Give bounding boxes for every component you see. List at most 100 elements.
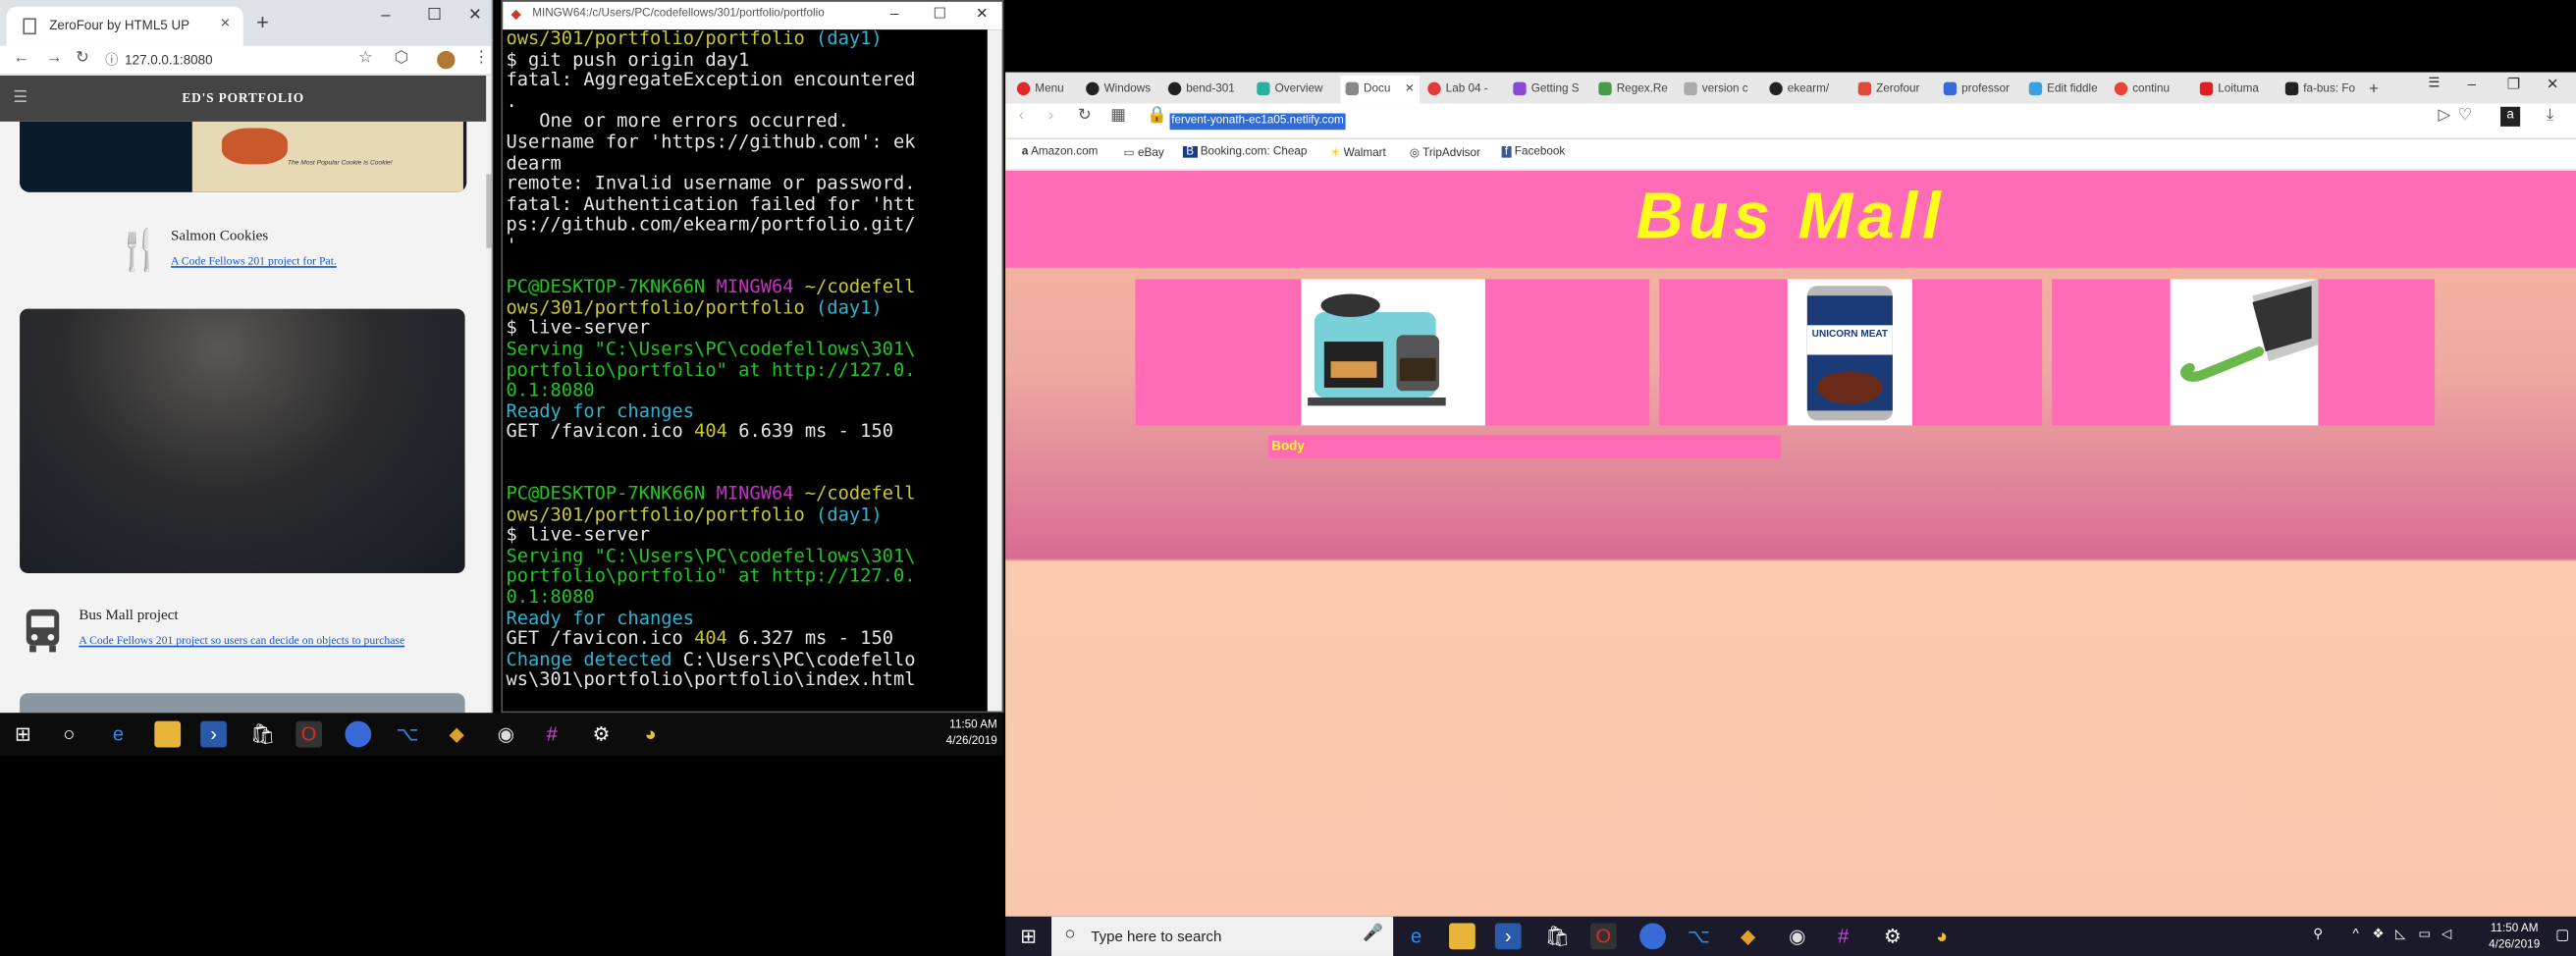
record-icon[interactable]: ◉: [1784, 924, 1810, 950]
chrome-tab[interactable]: ZeroFour by HTML5 UP ×: [6, 6, 243, 46]
new-tab-button[interactable]: +: [2366, 76, 2388, 103]
vscode-icon[interactable]: ⌥: [1686, 924, 1712, 950]
heart-icon[interactable]: ♡: [2458, 107, 2473, 125]
minimize-icon[interactable]: –: [381, 7, 390, 25]
bash-maximize-icon[interactable]: ☐: [934, 5, 947, 23]
tab-windows[interactable]: Windows: [1081, 76, 1163, 103]
tab-getting[interactable]: Getting S: [1508, 76, 1590, 103]
close-tab-icon[interactable]: ×: [221, 15, 231, 32]
opera-minimize-icon[interactable]: –: [2468, 76, 2476, 92]
powershell-icon[interactable]: ›: [200, 720, 227, 748]
send-icon[interactable]: ▷: [2438, 107, 2450, 125]
slack-icon[interactable]: #: [539, 721, 565, 748]
reload-icon[interactable]: ↻: [76, 49, 89, 67]
tentacle-usb-image[interactable]: [2170, 279, 2319, 426]
tab-fa-bus[interactable]: fa-bus: Fo: [2281, 76, 2366, 103]
edge-icon[interactable]: e: [105, 721, 132, 748]
bookmark-ebay[interactable]: ▭ eBay: [1124, 146, 1164, 160]
speed-dial-icon[interactable]: ▦: [1110, 107, 1126, 125]
star-icon[interactable]: ☆: [358, 49, 373, 67]
vscode-icon[interactable]: ⌥: [395, 721, 421, 748]
extension-icon[interactable]: ⬡: [395, 49, 409, 67]
product-card-1[interactable]: [1135, 279, 1650, 426]
edge-icon[interactable]: e: [1403, 924, 1429, 950]
settings-icon[interactable]: ⚙: [588, 721, 615, 748]
chrome-icon[interactable]: ◕: [637, 721, 664, 748]
opera-icon[interactable]: O: [295, 720, 323, 748]
chrome-address-bar[interactable]: 127.0.0.1:8080: [125, 49, 420, 72]
tab-version[interactable]: version c: [1679, 76, 1761, 103]
cortana-icon[interactable]: ○: [56, 721, 82, 748]
start-icon[interactable]: ⊞: [1015, 924, 1042, 950]
close-tab-icon[interactable]: ✕: [1405, 76, 1415, 103]
show-hidden-icons[interactable]: ^: [2352, 927, 2358, 941]
avatar[interactable]: [437, 50, 456, 70]
bash-close-icon[interactable]: ✕: [976, 5, 989, 23]
terminal-output[interactable]: ows/301/portfolio/portfolio (day1) $ git…: [506, 28, 986, 712]
opera-menu[interactable]: Menu: [1012, 76, 1078, 103]
taskbar-search[interactable]: ○ Type here to search 🎤: [1051, 916, 1394, 956]
project-image[interactable]: [20, 308, 465, 574]
menu-icon[interactable]: ☰: [13, 88, 27, 106]
notifications-icon[interactable]: ▢: [2555, 927, 2569, 944]
maximize-icon[interactable]: ☐: [427, 7, 442, 25]
back-icon[interactable]: ←: [13, 49, 29, 67]
opera-tab-menu-icon[interactable]: ☰: [2428, 76, 2440, 90]
tab-continu[interactable]: continu: [2110, 76, 2195, 103]
clock[interactable]: 11:50 AM 4/26/2019: [946, 717, 997, 750]
tab-ekearm[interactable]: ekearm/: [1764, 76, 1850, 103]
bookmark-amazon[interactable]: a Amazon.com: [1022, 146, 1099, 158]
salmon-cookies-link[interactable]: A Code Fellows 201 project for Pat.: [171, 254, 337, 267]
product-card-2[interactable]: UNICORN MEAT: [1659, 279, 2043, 426]
file-explorer-icon[interactable]: [154, 720, 182, 748]
tab-bend[interactable]: bend-301: [1163, 76, 1249, 103]
tab-overview[interactable]: Overview: [1252, 76, 1337, 103]
opera-icon[interactable]: O: [1589, 923, 1617, 950]
bus-mall-link[interactable]: A Code Fellows 201 project so users can …: [79, 634, 404, 647]
unicorn-meat-image[interactable]: UNICORN MEAT: [1787, 279, 1912, 426]
terminal-scrollbar[interactable]: [987, 29, 1002, 712]
bookmark-booking[interactable]: B Booking.com: Cheap: [1182, 145, 1307, 158]
git-icon[interactable]: ◆: [1735, 924, 1761, 950]
microphone-icon[interactable]: 🎤: [1363, 925, 1383, 942]
slack-icon[interactable]: #: [1830, 924, 1856, 950]
download-icon[interactable]: ⤓: [2547, 107, 2553, 125]
store-icon[interactable]: 🛍: [1544, 924, 1571, 950]
cookie-project-thumbnail[interactable]: The Most Popular Cookie is Cookie!: [20, 121, 467, 192]
chrome-icon[interactable]: ◕: [1929, 924, 1956, 950]
site-title[interactable]: ED'S PORTFOLIO: [0, 75, 487, 122]
battery-icon[interactable]: ▭: [2418, 927, 2431, 941]
forward-icon[interactable]: ›: [1048, 107, 1054, 125]
powershell-icon[interactable]: ›: [1494, 923, 1522, 950]
app-icon[interactable]: [1639, 923, 1666, 950]
network-icon[interactable]: ◺: [2395, 927, 2405, 941]
opera-close-icon[interactable]: ✕: [2547, 76, 2559, 93]
bookmark-facebook[interactable]: f Facebook: [1501, 145, 1565, 158]
tab-edit-fiddle[interactable]: Edit fiddle: [2024, 76, 2110, 103]
volume-icon[interactable]: ◁: [2442, 927, 2451, 941]
tab-lab04[interactable]: Lab 04 -: [1422, 76, 1505, 103]
dropbox-icon[interactable]: ❖: [2373, 927, 2385, 941]
tab-document[interactable]: Docu ✕: [1340, 75, 1420, 104]
close-icon[interactable]: ✕: [468, 7, 482, 25]
breakfast-maker-image[interactable]: [1301, 279, 1485, 426]
tab-regex[interactable]: Regex.Re: [1593, 76, 1676, 103]
tab-zerofour[interactable]: Zerofour: [1853, 76, 1939, 103]
tab-professor[interactable]: professor: [1939, 76, 2024, 103]
forward-icon[interactable]: →: [46, 49, 63, 67]
tab-loituma[interactable]: Loituma: [2195, 76, 2281, 103]
bookmark-walmart[interactable]: ✳ Walmart: [1331, 146, 1386, 160]
more-icon[interactable]: ⋮: [473, 49, 490, 67]
chrome-scrollbar[interactable]: [486, 75, 492, 714]
start-icon[interactable]: ⊞: [10, 721, 36, 748]
reload-icon[interactable]: ↻: [1078, 107, 1092, 125]
new-tab-button[interactable]: +: [256, 10, 269, 34]
bash-minimize-icon[interactable]: –: [890, 5, 898, 22]
extension-icon[interactable]: a: [2500, 106, 2521, 127]
opera-address-bar[interactable]: fervent-yonath-ec1a05.netlify.com: [1169, 113, 1346, 131]
people-icon[interactable]: ⚲: [2313, 927, 2323, 941]
bookmark-tripadvisor[interactable]: ◎ TripAdvisor: [1410, 146, 1480, 160]
next-project-thumbnail[interactable]: [20, 693, 465, 714]
info-icon[interactable]: ⓘ: [105, 51, 118, 69]
settings-icon[interactable]: ⚙: [1879, 924, 1905, 950]
